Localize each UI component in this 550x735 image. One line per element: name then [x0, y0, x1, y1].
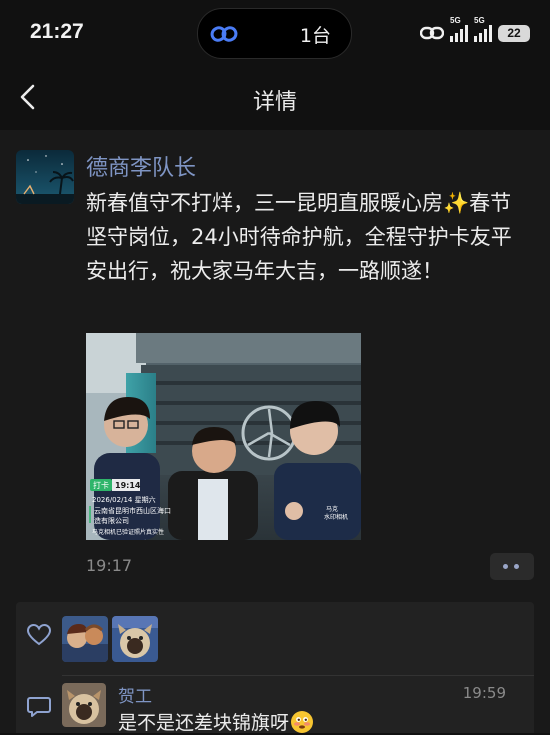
comment-icon: [27, 697, 51, 717]
more-dot-icon: [503, 564, 508, 569]
hotspot-link-icon: [420, 26, 444, 40]
watermark-tag: 打卡: [93, 480, 109, 490]
comment-time: 19:59: [462, 684, 506, 702]
more-options-button[interactable]: [490, 553, 534, 580]
watermark-date: 2026/02/14 星期六: [92, 495, 156, 504]
signal-2-icon: 5G: [474, 16, 492, 42]
watermark-location-1: 云南省昆明市西山区海口: [94, 506, 171, 515]
post-text: 新春值守不打烊，三一昆明直服暖心房✨春节坚守岗位，24小时待命护航，全程守护卡友…: [86, 191, 512, 283]
page-title: 详情: [252, 90, 297, 115]
like-avatar[interactable]: [62, 616, 108, 662]
status-bar: 21:27 1台 5G 5G 22: [0, 0, 550, 66]
watermark-time: 19:14: [115, 481, 141, 490]
dynamic-island[interactable]: 1台: [197, 8, 352, 59]
link-icon: [210, 26, 238, 42]
island-count: 1台: [299, 25, 331, 47]
status-time: 21:27: [30, 20, 84, 43]
watermark-sub: 水印相机: [324, 513, 348, 521]
watermark-brand: 马克: [326, 505, 338, 513]
network-2-label: 5G: [474, 16, 485, 25]
flushed-emoji-icon: [291, 711, 314, 733]
network-1-label: 5G: [450, 16, 461, 25]
signal-1-icon: 5G: [450, 16, 468, 42]
author-avatar[interactable]: [16, 150, 74, 204]
comment-body: 是不是还差块锦旗呀: [118, 712, 290, 734]
interaction-panel: 贺工 19:59 是不是还差块锦旗呀: [16, 602, 534, 735]
system-indicators: 5G 5G 22: [420, 16, 530, 44]
watermark-verify: 马克相机已验证照片真实性: [92, 528, 164, 536]
commenter-avatar[interactable]: [62, 683, 106, 727]
comment-text: 是不是还差块锦旗呀: [118, 708, 314, 735]
moment-detail: 德商李队长 新春值守不打烊，三一昆明直服暖心房✨春节坚守岗位，24小时待命护航，…: [0, 130, 550, 735]
post-photo[interactable]: 打卡 19:14 2026/02/14 星期六 云南省昆明市西山区海口 造有限公…: [86, 333, 361, 540]
post-time: 19:17: [86, 556, 133, 575]
battery-icon: 22: [498, 24, 530, 42]
divider: [62, 675, 534, 676]
watermark-location-2: 造有限公司: [94, 516, 129, 525]
heart-icon: [27, 624, 51, 646]
author-name[interactable]: 德商李队长: [86, 150, 196, 182]
like-avatar[interactable]: [112, 616, 158, 662]
more-dot-icon: [514, 564, 519, 569]
commenter-name[interactable]: 贺工: [118, 682, 152, 707]
nav-bar: 详情: [0, 66, 550, 130]
